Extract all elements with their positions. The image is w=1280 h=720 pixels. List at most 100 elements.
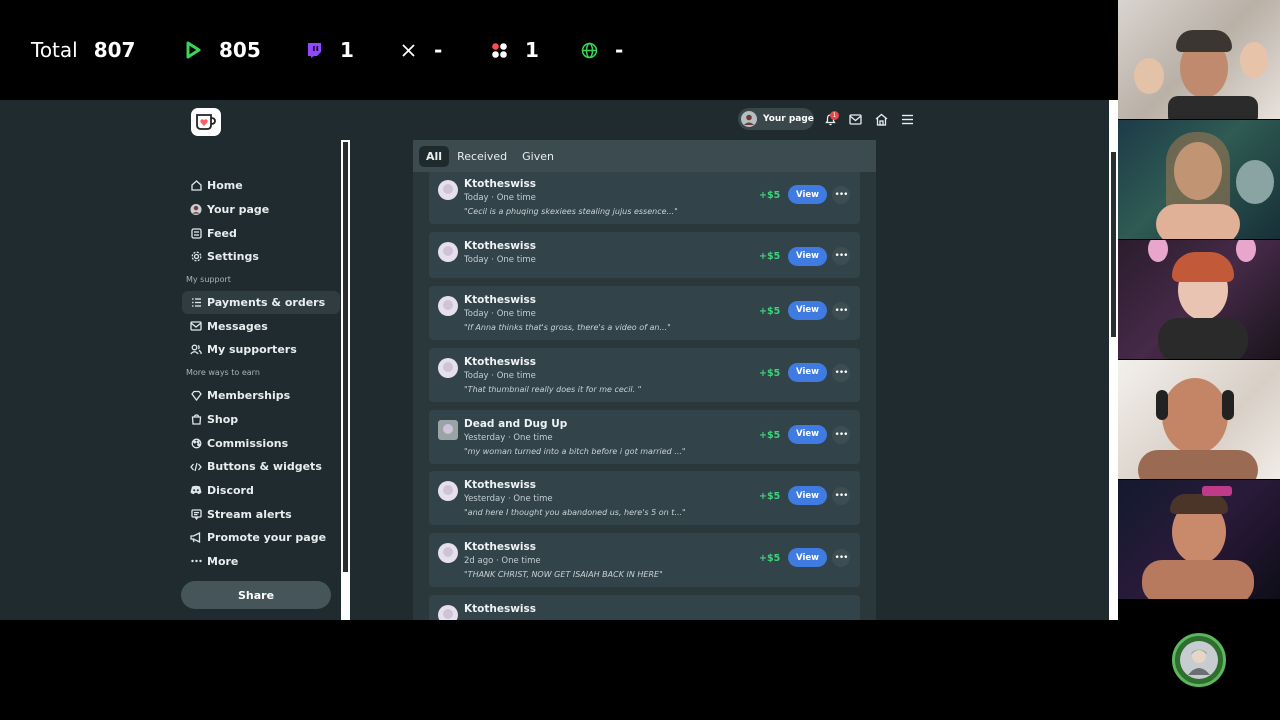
sidebar-item-label: Commissions bbox=[207, 436, 289, 450]
total-stat: Total 807 bbox=[31, 30, 183, 70]
sidebar-item-feed[interactable]: Feed bbox=[182, 221, 340, 245]
payment-message: "and here I thought you abandoned us, he… bbox=[464, 508, 686, 518]
sidebar-nav: Home Your page Feed Settings My support … bbox=[182, 174, 340, 573]
sidebar-item-stream-alerts[interactable]: Stream alerts bbox=[182, 502, 340, 526]
tab-all[interactable]: All bbox=[419, 145, 450, 167]
sidebar-item-label: Payments & orders bbox=[207, 296, 326, 310]
sidebar-scrollbar-thumb[interactable] bbox=[343, 142, 348, 572]
mail-icon[interactable] bbox=[847, 111, 863, 127]
avatar bbox=[438, 419, 458, 440]
sidebar-item-discord[interactable]: Discord bbox=[182, 479, 340, 503]
sidebar-item-label: Stream alerts bbox=[207, 507, 292, 521]
sidebar-item-buttons-widgets[interactable]: Buttons & widgets bbox=[182, 455, 340, 479]
list-item[interactable]: Dead and Dug Up Yesterday · One time "my… bbox=[429, 409, 860, 464]
web-value: - bbox=[615, 38, 624, 62]
payment-message: "Cecil is a phuqing skexiees stealing ju… bbox=[464, 207, 678, 216]
avatar bbox=[438, 180, 458, 200]
gear-icon bbox=[190, 251, 202, 263]
sidebar-item-messages[interactable]: Messages bbox=[182, 314, 340, 338]
list-item[interactable]: Ktotheswiss bbox=[429, 595, 860, 620]
more-options-icon[interactable]: ••• bbox=[832, 425, 850, 444]
page-scrollbar[interactable] bbox=[1109, 100, 1118, 620]
sidebar-item-label: More bbox=[207, 554, 239, 568]
list-item[interactable]: Ktotheswiss Today · One time "That thumb… bbox=[429, 347, 860, 402]
view-button[interactable]: View bbox=[788, 424, 827, 444]
twitch-stat: 1 bbox=[304, 30, 398, 70]
home-icon[interactable] bbox=[873, 111, 889, 127]
discord-icon bbox=[190, 484, 202, 496]
users-icon bbox=[190, 344, 202, 356]
code-icon bbox=[190, 461, 202, 473]
payment-meta: 2d ago · One time bbox=[464, 556, 541, 567]
avatar-icon bbox=[190, 203, 202, 216]
your-page-label: Your page bbox=[763, 114, 814, 124]
sidebar-item-my-supporters[interactable]: My supporters bbox=[182, 338, 340, 362]
view-button[interactable]: View bbox=[788, 300, 827, 320]
section-more-ways-to-earn: More ways to earn bbox=[186, 368, 260, 378]
sidebar-item-more[interactable]: More bbox=[182, 550, 340, 574]
sidebar-item-label: Feed bbox=[207, 226, 237, 240]
sidebar-item-payments-orders[interactable]: Payments & orders bbox=[182, 290, 340, 315]
sidebar-item-label: Messages bbox=[207, 319, 268, 333]
sidebar-item-memberships[interactable]: Memberships bbox=[182, 384, 340, 408]
payment-message: "my woman turned into a bitch before i g… bbox=[464, 446, 686, 456]
list-item[interactable]: Ktotheswiss Today · One time "If Anna th… bbox=[429, 285, 860, 340]
sidebar-item-your-page[interactable]: Your page bbox=[182, 198, 340, 222]
list-item[interactable]: Ktotheswiss Yesterday · One time "and he… bbox=[429, 471, 860, 526]
sidebar-item-commissions[interactable]: Commissions bbox=[182, 431, 340, 455]
more-options-icon[interactable]: ••• bbox=[832, 363, 850, 382]
ellipsis-icon bbox=[190, 555, 202, 567]
your-page-button[interactable]: Your page bbox=[738, 108, 814, 130]
globe-icon bbox=[579, 40, 599, 60]
more-options-icon[interactable]: ••• bbox=[832, 487, 850, 506]
tab-given[interactable]: Given bbox=[515, 146, 561, 167]
sidebar-item-settings[interactable]: Settings bbox=[182, 245, 340, 269]
payment-amount: +$5 bbox=[759, 305, 781, 317]
payment-amount: +$5 bbox=[759, 491, 781, 503]
share-button[interactable]: Share bbox=[181, 581, 331, 609]
more-options-icon[interactable]: ••• bbox=[832, 246, 850, 265]
sidebar-item-label: Buttons & widgets bbox=[207, 460, 322, 474]
view-button[interactable]: View bbox=[788, 246, 827, 266]
dots-icon bbox=[489, 40, 509, 60]
x-value: - bbox=[434, 38, 443, 62]
supporter-name: Ktotheswiss bbox=[464, 293, 537, 306]
shop-icon bbox=[190, 413, 202, 425]
list-item[interactable]: Ktotheswiss Today · One time +$5 View ••… bbox=[429, 231, 860, 278]
view-button[interactable]: View bbox=[788, 548, 827, 568]
sidebar-item-label: Discord bbox=[207, 483, 254, 497]
notification-badge: 1 bbox=[830, 111, 839, 120]
list-icon bbox=[190, 297, 202, 309]
alert-icon bbox=[190, 508, 202, 520]
sidebar-item-label: Settings bbox=[207, 250, 259, 264]
payment-meta: Today · One time bbox=[464, 254, 536, 265]
more-options-icon[interactable]: ••• bbox=[832, 549, 850, 568]
browser-capture: Home Your page Feed Settings My support … bbox=[0, 100, 1118, 620]
commissions-icon bbox=[190, 437, 202, 449]
supporter-name: Ktotheswiss bbox=[464, 239, 537, 252]
sidebar-scrollbar[interactable] bbox=[341, 140, 350, 620]
youtube-value: 805 bbox=[219, 38, 261, 62]
view-button[interactable]: View bbox=[788, 362, 827, 382]
hamburger-menu-icon[interactable] bbox=[899, 111, 915, 127]
view-button[interactable]: View bbox=[788, 185, 827, 204]
more-options-icon[interactable]: ••• bbox=[832, 186, 850, 204]
avatar bbox=[438, 605, 458, 620]
x-stat: - bbox=[398, 30, 489, 70]
tab-received[interactable]: Received bbox=[450, 146, 514, 167]
mail-icon bbox=[190, 320, 202, 332]
sidebar-item-home[interactable]: Home bbox=[182, 174, 340, 198]
page-scrollbar-thumb[interactable] bbox=[1111, 152, 1116, 337]
webcam-feed-3 bbox=[1118, 240, 1280, 359]
kofi-logo-icon[interactable] bbox=[191, 108, 221, 136]
sidebar-item-promote-your-page[interactable]: Promote your page bbox=[182, 526, 340, 550]
list-item[interactable]: Ktotheswiss 2d ago · One time "THANK CHR… bbox=[429, 533, 860, 588]
sidebar-item-shop[interactable]: Shop bbox=[182, 408, 340, 432]
payment-message: "THANK CHRIST, NOW GET ISAIAH BACK IN HE… bbox=[464, 570, 663, 580]
view-button[interactable]: View bbox=[788, 486, 827, 506]
supporter-name: Ktotheswiss bbox=[464, 178, 537, 190]
list-item[interactable]: Ktotheswiss Today · One time "Cecil is a… bbox=[429, 170, 860, 224]
total-value: 807 bbox=[93, 38, 136, 62]
more-options-icon[interactable]: ••• bbox=[832, 301, 850, 320]
home-icon bbox=[190, 180, 202, 192]
